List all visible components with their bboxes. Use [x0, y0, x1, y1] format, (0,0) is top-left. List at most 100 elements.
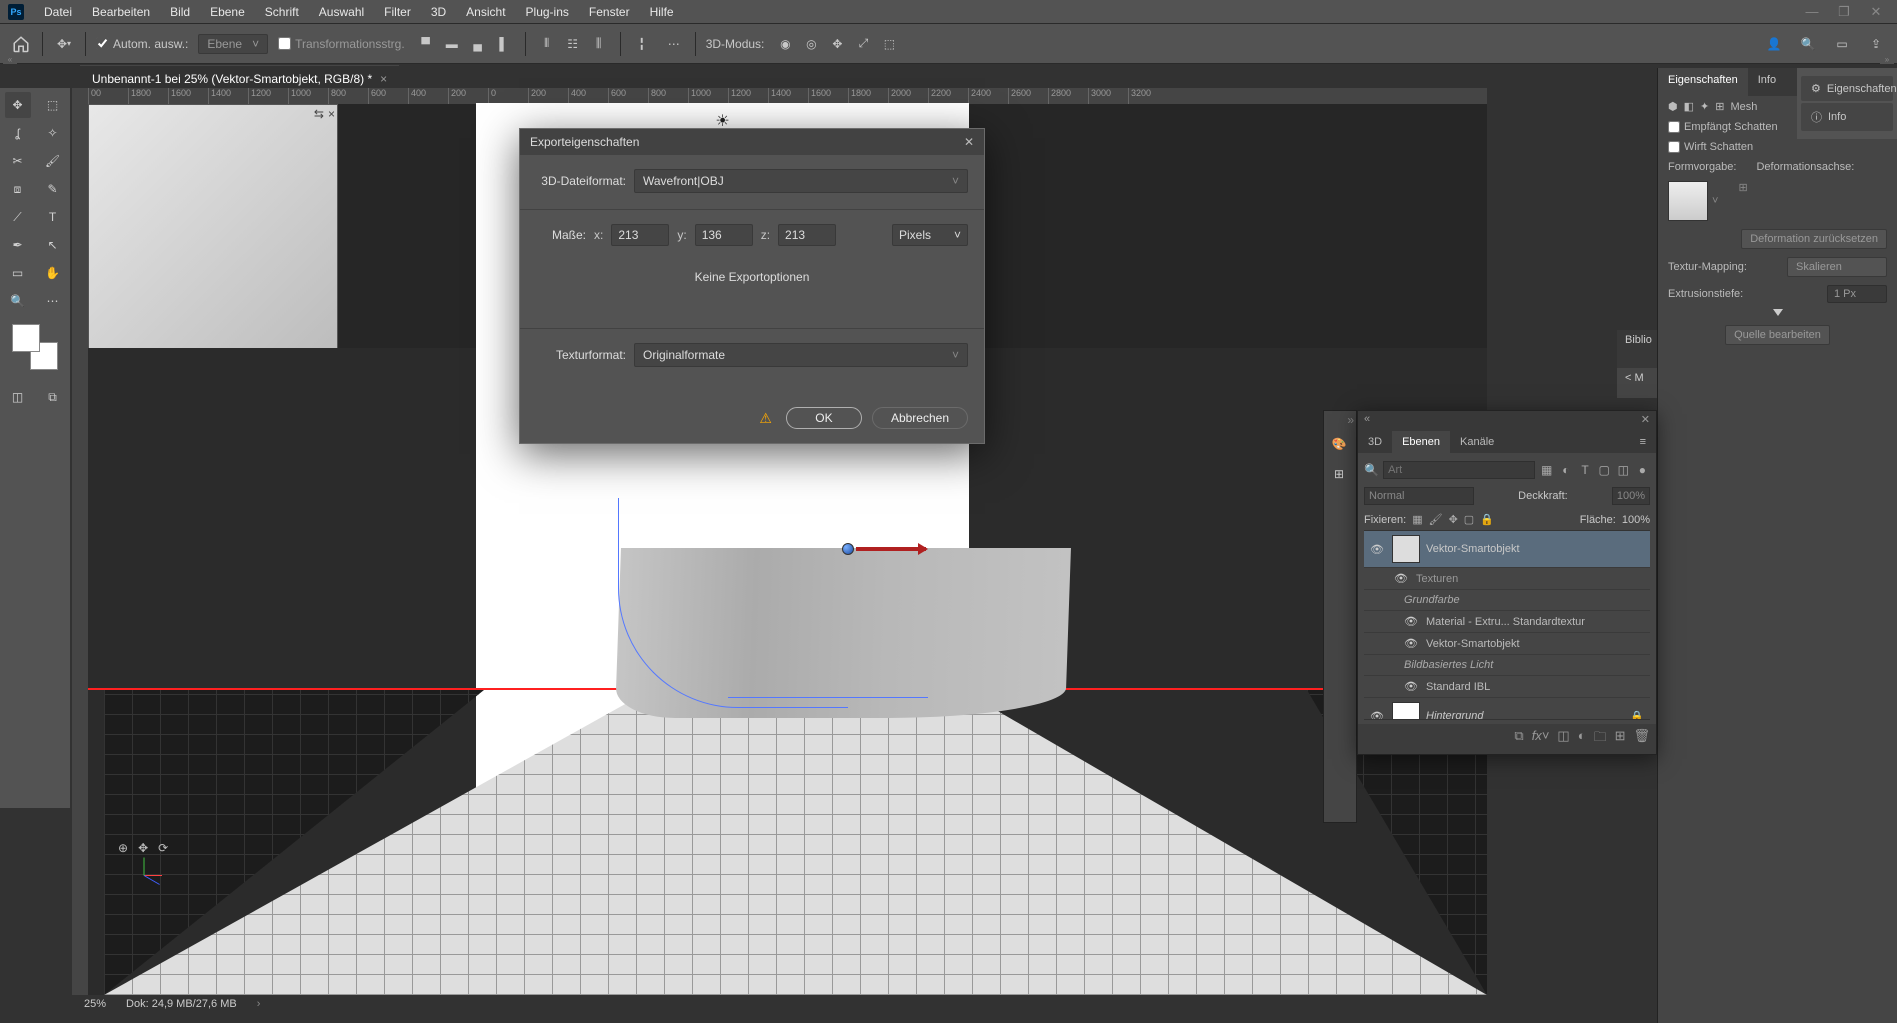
filter-type-icon[interactable]: T: [1577, 461, 1592, 479]
fx-icon[interactable]: fx˅: [1532, 728, 1550, 750]
z-input[interactable]: [778, 224, 836, 246]
mesh-icon[interactable]: ⟳: [158, 841, 168, 855]
preset-thumb[interactable]: [1668, 181, 1708, 221]
visibility-icon[interactable]: 👁: [1370, 543, 1386, 556]
mesh-icon-1[interactable]: ⬢: [1668, 100, 1678, 113]
extrude-input[interactable]: 1 Px: [1827, 285, 1887, 303]
wand-tool[interactable]: ✧: [40, 120, 66, 146]
search-icon[interactable]: 🔍: [1797, 33, 1819, 55]
y-input[interactable]: [695, 224, 753, 246]
more-icon[interactable]: ⋯: [663, 33, 685, 55]
filter-toggle[interactable]: ●: [1635, 461, 1650, 479]
lock-paint-icon[interactable]: 🖌: [1429, 513, 1443, 526]
3d-gizmo[interactable]: [842, 543, 854, 555]
tab-eigenschaften[interactable]: Eigenschaften: [1658, 68, 1748, 96]
tex-mapping-select[interactable]: Skalieren: [1787, 257, 1887, 277]
frame-tool[interactable]: ⧈: [5, 176, 31, 202]
cloud-docs-icon[interactable]: 👤: [1763, 33, 1785, 55]
filter-shape-icon[interactable]: ▢: [1597, 461, 1612, 479]
layer-smartobject[interactable]: 👁 Vektor-Smartobjekt: [1364, 531, 1650, 568]
crop-tool[interactable]: ✂: [5, 148, 31, 174]
visibility-icon[interactable]: 👁: [1404, 615, 1420, 628]
group-icon[interactable]: 🗀: [1594, 728, 1607, 750]
gizmo-origin[interactable]: [842, 543, 854, 555]
edit-toolbar[interactable]: ⋯: [40, 288, 66, 314]
distribute-spacing-icon[interactable]: ⫼: [588, 33, 610, 55]
zoom-tool[interactable]: 🔍: [5, 288, 31, 314]
ibl-layer[interactable]: 👁 Standard IBL: [1364, 676, 1650, 698]
tab-3d[interactable]: 3D: [1358, 431, 1392, 453]
move-tool-indicator-icon[interactable]: ✥▾: [53, 33, 75, 55]
tab-info[interactable]: Info: [1748, 68, 1786, 96]
mesh-icon-4[interactable]: ⊞: [1715, 100, 1724, 113]
visibility-icon[interactable]: 👁: [1394, 572, 1410, 585]
new-layer-icon[interactable]: ⊞: [1615, 728, 1626, 750]
clone-tool[interactable]: ✎: [40, 176, 66, 202]
screen-mode-icon[interactable]: ⧉: [42, 386, 64, 408]
menu-bearbeiten[interactable]: Bearbeiten: [82, 2, 160, 22]
orbit-icon[interactable]: ◉: [774, 33, 796, 55]
move-tool[interactable]: ✥: [5, 92, 31, 118]
reset-deform-button[interactable]: Deformation zurücksetzen: [1741, 229, 1887, 249]
vtab-info[interactable]: ⓘInfo: [1801, 103, 1893, 131]
recv-shadow-checkbox[interactable]: Empfängt Schatten: [1668, 121, 1778, 133]
align-left-icon[interactable]: ▌: [493, 33, 515, 55]
menu-schrift[interactable]: Schrift: [255, 2, 309, 22]
lock-icon[interactable]: 🔒: [1630, 710, 1644, 721]
layer-background[interactable]: 👁 Hintergrund 🔒: [1364, 698, 1650, 720]
mask-icon[interactable]: ◫: [1557, 728, 1569, 750]
tab-ebenen[interactable]: Ebenen: [1392, 431, 1450, 453]
hand-tool[interactable]: ✋: [40, 260, 66, 286]
textures-heading[interactable]: 👁 Texturen: [1364, 568, 1650, 590]
rectangle-tool[interactable]: ▭: [5, 260, 31, 286]
visibility-icon[interactable]: 👁: [1404, 680, 1420, 693]
cast-shadow-checkbox[interactable]: Wirft Schatten: [1668, 141, 1753, 153]
status-menu-icon[interactable]: ›: [257, 998, 261, 1010]
dialog-close-icon[interactable]: ✕: [964, 135, 974, 149]
brush-tool[interactable]: 🖌: [40, 148, 66, 174]
ok-button[interactable]: OK: [786, 407, 862, 429]
mesh-icon-3[interactable]: ✦: [1700, 100, 1709, 113]
marquee-tool[interactable]: ⬚: [40, 92, 66, 118]
distribute-v-icon[interactable]: ☷: [562, 33, 584, 55]
slide-icon[interactable]: ⤢: [852, 33, 874, 55]
adjust-icon[interactable]: ◐: [1578, 728, 1586, 750]
scale-icon[interactable]: ⬚: [878, 33, 900, 55]
quick-mask-icon[interactable]: ◫: [7, 386, 29, 408]
gizmo-x-arrow[interactable]: [856, 547, 926, 551]
libraries-panel-peek[interactable]: Biblio: [1617, 330, 1657, 370]
auto-select-checkbox[interactable]: Autom. ausw.:: [96, 37, 188, 51]
menu-hilfe[interactable]: Hilfe: [640, 2, 684, 22]
fill-value[interactable]: 100%: [1622, 514, 1650, 526]
menu-datei[interactable]: Datei: [34, 2, 82, 22]
distribute-h-icon[interactable]: ⫴: [536, 33, 558, 55]
share-icon[interactable]: ⇪: [1865, 33, 1887, 55]
x-input[interactable]: [611, 224, 669, 246]
pan-icon[interactable]: ✥: [826, 33, 848, 55]
layers-panel-menu-icon[interactable]: ≡: [1630, 431, 1656, 453]
unit-select[interactable]: Pixels˅: [892, 224, 968, 246]
align-top-icon[interactable]: ▀: [415, 33, 437, 55]
blend-mode-select[interactable]: Normal: [1364, 487, 1474, 505]
type-tool[interactable]: T: [40, 204, 66, 230]
menu-3d[interactable]: 3D: [421, 2, 456, 22]
filter-smart-icon[interactable]: ◫: [1616, 461, 1631, 479]
visibility-icon[interactable]: 👁: [1404, 637, 1420, 650]
opacity-value[interactable]: 100%: [1612, 487, 1650, 505]
layers-collapse-icon[interactable]: «: [1364, 413, 1370, 429]
filter-input[interactable]: [1383, 461, 1535, 479]
menu-ansicht[interactable]: Ansicht: [456, 2, 515, 22]
layer-thumb[interactable]: [1392, 535, 1420, 563]
deform-grid-icon[interactable]: ⊞: [1738, 181, 1747, 194]
close-icon[interactable]: ✕: [1863, 4, 1889, 20]
zoom-level[interactable]: 25%: [84, 998, 106, 1010]
home-icon[interactable]: [10, 33, 32, 55]
minimize-icon[interactable]: —: [1799, 4, 1825, 20]
path-select-tool[interactable]: ↖: [40, 232, 66, 258]
3d-viewport[interactable]: ☀ ⊕ ✥ ⟳: [88, 348, 1487, 995]
menu-auswahl[interactable]: Auswahl: [309, 2, 374, 22]
texfmt-select[interactable]: Originalformate˅: [634, 343, 968, 367]
menu-plugins[interactable]: Plug-ins: [516, 2, 579, 22]
align-vcenter-icon[interactable]: ▬: [441, 33, 463, 55]
align-to-icon[interactable]: ╏: [631, 33, 653, 55]
